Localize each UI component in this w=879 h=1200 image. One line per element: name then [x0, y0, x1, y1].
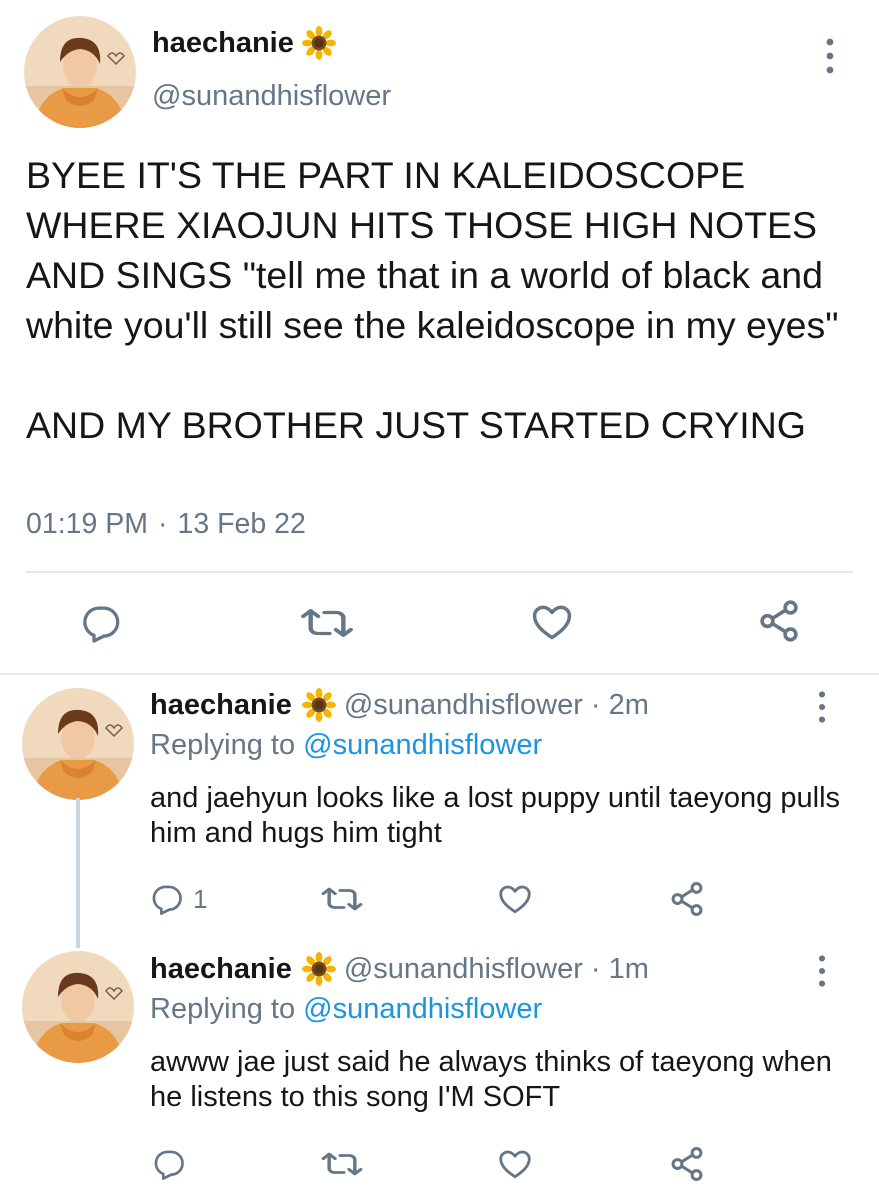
avatar[interactable]	[24, 16, 136, 128]
author-handle[interactable]: @sunandhisflower	[152, 80, 391, 113]
like-icon[interactable]	[497, 1146, 533, 1182]
reply-icon[interactable]	[150, 882, 184, 916]
sunflower-icon	[302, 26, 336, 60]
reply-text: awww jae just said he always thinks of t…	[150, 1046, 832, 1113]
reply-icon[interactable]	[152, 1147, 186, 1181]
reply-age: · 1m	[590, 952, 649, 985]
sunflower-icon	[302, 688, 336, 722]
reply-icon[interactable]	[80, 602, 122, 644]
more-options-icon[interactable]	[820, 36, 840, 76]
sunflower-icon	[302, 952, 336, 986]
reply-age: · 2m	[590, 688, 649, 721]
author-name[interactable]: haechanie	[150, 953, 292, 986]
more-options-icon[interactable]	[812, 953, 832, 989]
avatar[interactable]	[22, 688, 134, 800]
tweet-paragraph: BYEE IT'S THE PART IN KALEIDOSCOPE WHERE…	[26, 154, 839, 346]
replying-to-link[interactable]: @sunandhisflower	[303, 729, 542, 761]
author-name-text: haechanie	[152, 26, 294, 59]
like-icon[interactable]	[530, 600, 574, 644]
tweet-date: 13 Feb 22	[177, 508, 306, 540]
thread-line	[76, 798, 80, 948]
tweet-text: BYEE IT'S THE PART IN KALEIDOSCOPE WHERE…	[26, 150, 866, 450]
retweet-icon[interactable]	[320, 1147, 364, 1181]
author-handle[interactable]: @sunandhisflower	[344, 953, 583, 986]
tweet-paragraph: AND MY BROTHER JUST STARTED CRYING	[26, 404, 806, 446]
tweet-timestamp[interactable]: 01:19 PM · 13 Feb 22	[26, 508, 306, 541]
like-icon[interactable]	[497, 881, 533, 917]
replying-to: Replying to @sunandhisflower	[150, 993, 542, 1026]
share-icon[interactable]	[668, 1145, 706, 1183]
divider	[26, 571, 853, 573]
retweet-icon[interactable]	[320, 882, 364, 916]
tweet-actions	[0, 592, 879, 652]
replying-to-link[interactable]: @sunandhisflower	[303, 993, 542, 1025]
replying-prefix: Replying to	[150, 993, 296, 1025]
author-name[interactable]: haechanie	[152, 26, 336, 60]
reply-header: haechanie @sunandhisflower · 2m	[150, 688, 649, 722]
author-name[interactable]: haechanie	[150, 689, 292, 722]
replying-prefix: Replying to	[150, 729, 296, 761]
share-icon[interactable]	[756, 598, 802, 644]
share-icon[interactable]	[668, 880, 706, 918]
more-options-icon[interactable]	[812, 689, 832, 725]
reply-text: and jaehyun looks like a lost puppy unti…	[150, 782, 841, 849]
divider	[0, 673, 879, 675]
retweet-icon[interactable]	[299, 602, 355, 644]
avatar[interactable]	[22, 951, 134, 1063]
reply-count: 1	[193, 884, 208, 914]
replying-to: Replying to @sunandhisflower	[150, 729, 542, 762]
author-handle[interactable]: @sunandhisflower	[344, 689, 583, 722]
tweet-time: 01:19 PM	[26, 508, 148, 540]
reply-header: haechanie @sunandhisflower · 1m	[150, 952, 649, 986]
time-separator: ·	[158, 508, 168, 540]
